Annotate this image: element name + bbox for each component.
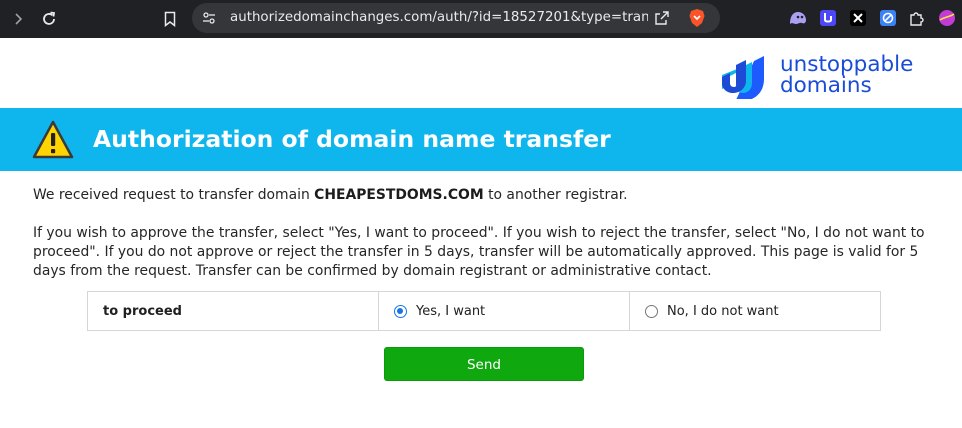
- share-icon[interactable]: [654, 10, 670, 30]
- message-body: We received request to transfer domain C…: [33, 186, 933, 281]
- address-bar[interactable]: authorizedomainchanges.com/auth/?id=1852…: [192, 3, 720, 33]
- ghost-extension-icon[interactable]: [788, 8, 808, 28]
- details-paragraph: If you wish to approve the transfer, sel…: [33, 225, 925, 279]
- intro-paragraph: We received request to transfer domain C…: [33, 186, 933, 205]
- brave-shield-icon[interactable]: [688, 8, 706, 32]
- no-option-label: No, I do not want: [667, 303, 779, 319]
- proceed-label: to proceed: [88, 292, 379, 330]
- yes-radio[interactable]: [394, 304, 407, 318]
- intro-text-before: We received request to transfer domain: [33, 187, 315, 203]
- title-banner: Authorization of domain name transfer: [0, 108, 962, 171]
- brand-logo: unstoppable domains: [716, 52, 936, 101]
- x-extension-icon[interactable]: [848, 8, 868, 28]
- bookmark-icon[interactable]: [158, 7, 182, 31]
- brand-wordmark: unstoppable domains: [780, 52, 914, 98]
- unstoppable-domains-logo-icon: [716, 55, 770, 103]
- no-option[interactable]: No, I do not want: [630, 292, 880, 330]
- no-radio[interactable]: [645, 304, 658, 318]
- proceed-choice-table: to proceed Yes, I want No, I do not want: [87, 291, 881, 331]
- puzzle-extensions-icon[interactable]: [907, 8, 927, 28]
- browser-toolbar: authorizedomainchanges.com/auth/?id=1852…: [0, 0, 962, 38]
- page-title: Authorization of domain name transfer: [93, 125, 611, 153]
- domain-name: CHEAPESTDOMS.COM: [314, 187, 484, 203]
- site-info-icon[interactable]: [201, 10, 217, 30]
- yes-option-label: Yes, I want: [416, 303, 486, 319]
- yes-option[interactable]: Yes, I want: [379, 292, 630, 330]
- send-button[interactable]: Send: [384, 347, 584, 381]
- warning-icon: [32, 120, 74, 164]
- brand-line-2: domains: [780, 73, 872, 98]
- url-text[interactable]: authorizedomainchanges.com/auth/?id=1852…: [230, 3, 648, 33]
- shield-extension-icon[interactable]: [878, 8, 898, 28]
- brand-line-1: unstoppable: [780, 52, 914, 77]
- intro-text-after: to another registrar.: [483, 187, 628, 203]
- reload-icon[interactable]: [37, 7, 61, 31]
- wallet-extension-icon[interactable]: [818, 8, 838, 28]
- profile-avatar-icon[interactable]: [937, 8, 957, 28]
- forward-icon[interactable]: [6, 7, 30, 31]
